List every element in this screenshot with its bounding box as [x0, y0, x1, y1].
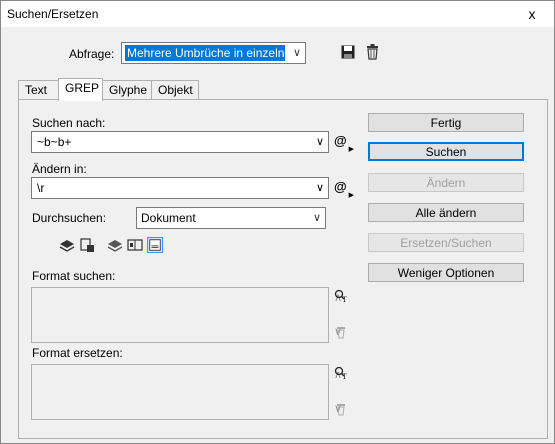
change-button[interactable]: Ändern — [368, 173, 524, 192]
find-what-value: ~b~b+ — [37, 135, 72, 149]
search-scope-value: Dokument — [141, 211, 196, 225]
hidden-layers-icon[interactable] — [107, 237, 123, 253]
change-find-button[interactable]: Ersetzen/Suchen — [368, 233, 524, 252]
special-characters-change-button[interactable]: @ ▶ — [334, 179, 354, 199]
svg-text:T: T — [342, 372, 347, 380]
delete-query-icon[interactable] — [366, 44, 379, 60]
search-scope-dropdown[interactable]: Dokument ∨ — [136, 207, 326, 229]
format-change-label: Format ersetzen: — [32, 346, 123, 360]
format-change-box — [31, 364, 329, 420]
special-characters-find-button[interactable]: @ ▶ — [334, 133, 354, 153]
find-what-field[interactable]: ~b~b+ ∨ — [31, 131, 329, 153]
change-to-field[interactable]: \r ∨ — [31, 177, 329, 199]
locked-layers-icon[interactable] — [59, 237, 75, 253]
chevron-down-icon: ∨ — [292, 47, 301, 59]
tab-text[interactable]: Text — [18, 80, 59, 100]
change-all-button[interactable]: Alle ändern — [368, 203, 524, 222]
clear-format-find-icon[interactable] — [334, 325, 348, 339]
find-change-dialog: Suchen/Ersetzen x Abfrage: Mehrere Umbrü… — [0, 0, 555, 444]
at-sign-icon: @ — [334, 133, 347, 148]
chevron-down-icon: ∨ — [315, 136, 324, 148]
title-bar: Suchen/Ersetzen x — [1, 1, 554, 27]
done-button[interactable]: Fertig — [368, 113, 524, 132]
specify-format-find-icon[interactable]: T — [334, 289, 348, 303]
arrow-right-icon: ▶ — [348, 146, 354, 153]
chevron-down-icon: ∨ — [312, 212, 321, 224]
tab-glyph[interactable]: Glyphe — [102, 80, 152, 100]
query-value: Mehrere Umbrüche in einzelne — [125, 45, 285, 61]
change-to-value: \r — [37, 181, 45, 195]
scope-label: Durchsuchen: — [32, 211, 107, 225]
locked-stories-icon[interactable] — [79, 237, 95, 253]
master-pages-icon[interactable] — [127, 237, 143, 253]
format-find-label: Format suchen: — [32, 269, 116, 283]
clear-format-change-icon[interactable] — [334, 402, 348, 416]
arrow-right-icon: ▶ — [348, 192, 354, 199]
tab-grep[interactable]: GREP — [58, 78, 103, 101]
find-button[interactable]: Suchen — [368, 142, 524, 161]
specify-format-change-icon[interactable]: T — [334, 366, 348, 380]
find-label: Suchen nach: — [32, 116, 106, 130]
at-sign-icon: @ — [334, 179, 347, 194]
svg-text:T: T — [342, 295, 347, 303]
tab-object[interactable]: Objekt — [151, 80, 199, 100]
format-find-box — [31, 287, 329, 343]
window-title: Suchen/Ersetzen — [7, 7, 99, 21]
save-query-icon[interactable] — [341, 45, 355, 59]
chevron-down-icon: ∨ — [315, 182, 324, 194]
query-dropdown[interactable]: Mehrere Umbrüche in einzelne ∨ — [121, 42, 306, 64]
fewer-options-button[interactable]: Weniger Optionen — [368, 263, 524, 282]
change-label: Ändern in: — [32, 162, 87, 176]
footnotes-icon[interactable] — [147, 237, 163, 253]
query-label: Abfrage: — [69, 47, 115, 61]
close-button[interactable]: x — [510, 1, 554, 27]
